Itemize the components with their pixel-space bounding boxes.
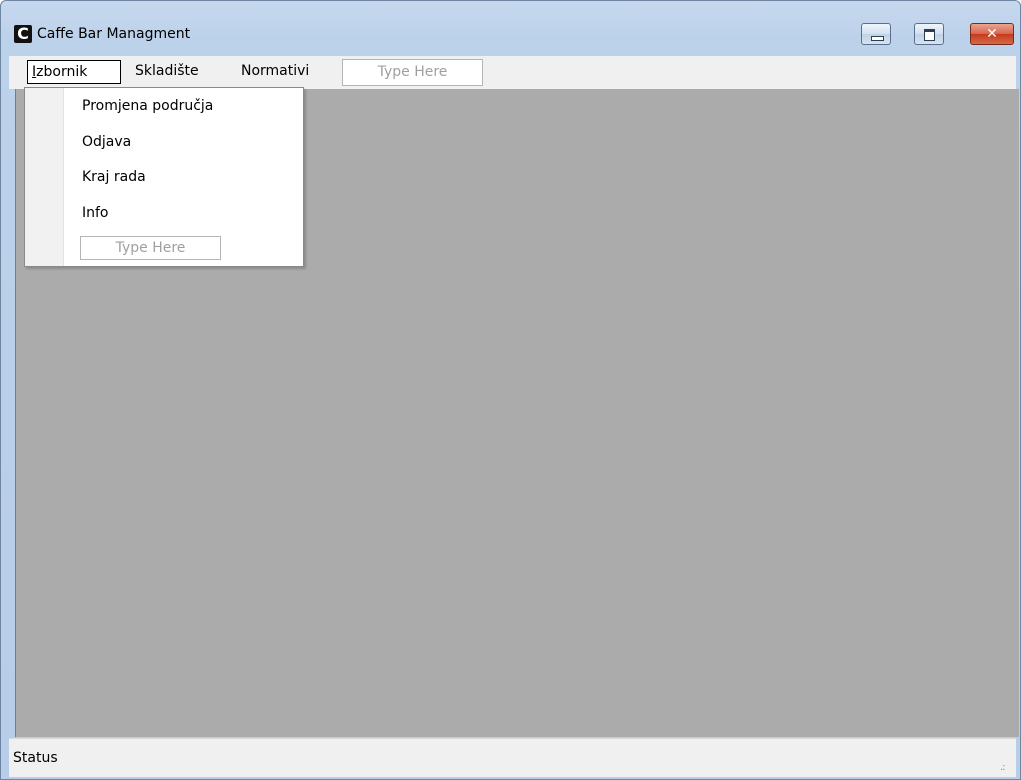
close-button[interactable]: ✕ — [970, 23, 1014, 45]
status-bar: Status .: — [9, 738, 1016, 777]
menu-item-info[interactable]: Info — [82, 203, 109, 223]
menu-izbornik[interactable]: Izbornik — [27, 60, 121, 84]
minimize-icon — [871, 36, 884, 41]
menu-item-odjava[interactable]: Odjava — [82, 132, 131, 152]
resize-grip-icon[interactable]: .: — [1000, 761, 1014, 775]
app-logo-icon: C — [14, 25, 32, 43]
close-icon: ✕ — [986, 26, 998, 42]
maximize-button[interactable] — [914, 23, 944, 45]
menu-normativi[interactable]: Normativi — [237, 60, 313, 84]
menu-item-kraj-rada[interactable]: Kraj rada — [82, 167, 146, 187]
dropdown-type-here-field[interactable]: Type Here — [80, 236, 221, 260]
menu-bar: Izbornik Skladište Normativi Type Here — [9, 56, 1016, 89]
menu-icon-gutter — [25, 88, 64, 266]
app-window: C Caffe Bar Managment ✕ Izbornik Skladiš… — [0, 0, 1021, 780]
window-title: Caffe Bar Managment — [37, 26, 191, 42]
minimize-button[interactable] — [861, 23, 891, 45]
menu-skladiste[interactable]: Skladište — [131, 60, 203, 84]
menu-item-promjena-podrucja[interactable]: Promjena područja — [82, 96, 213, 116]
menubar-type-here-field[interactable]: Type Here — [342, 59, 483, 86]
maximize-icon — [924, 29, 935, 41]
title-bar[interactable]: C Caffe Bar Managment ✕ — [1, 1, 1020, 55]
status-label: Status — [13, 750, 58, 766]
izbornik-dropdown-menu: Promjena područja Odjava Kraj rada Info … — [24, 87, 304, 267]
